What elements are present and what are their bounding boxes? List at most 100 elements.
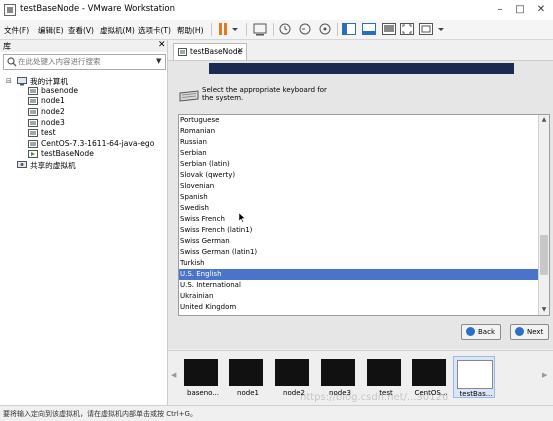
console-view-icon[interactable]	[381, 21, 397, 37]
show-library-icon[interactable]	[341, 21, 357, 37]
keyboard-layout-item[interactable]: United Kingdom	[179, 302, 538, 313]
keyboard-layout-label: Serbian (latin)	[180, 160, 230, 168]
keyboard-layout-label: Spanish	[180, 193, 208, 201]
keyboard-layout-item[interactable]: Swiss French (latin1)	[179, 225, 538, 236]
close-window-button[interactable]: ✕	[531, 2, 551, 18]
tab-testbasenode[interactable]: testBaseNode ✕	[173, 43, 247, 60]
tree-vm-node1[interactable]: node1	[41, 96, 65, 105]
keyboard-layout-item[interactable]: Swiss German (latin1)	[179, 247, 538, 258]
window-title: testBaseNode - VMware Workstation	[20, 4, 176, 14]
send-keys-icon[interactable]	[252, 21, 268, 37]
thumbnail-bar-icon[interactable]	[361, 21, 377, 37]
vm-icon	[178, 48, 187, 56]
keyboard-layout-item[interactable]: Swiss French	[179, 214, 538, 225]
tree-vm-node2[interactable]: node2	[41, 107, 65, 116]
menu-help[interactable]: 帮助(H)	[177, 25, 204, 36]
pause-icon[interactable]	[215, 21, 231, 37]
thumbnail-node3[interactable]: node3	[318, 356, 358, 397]
thumbnail-testbasenode[interactable]: testBas...	[453, 356, 495, 398]
search-input[interactable]	[18, 56, 148, 67]
keyboard-layout-label: U.S. English	[180, 270, 222, 278]
power-dropdown-icon[interactable]	[230, 21, 240, 37]
tree-vm-basenode[interactable]: basenode	[41, 86, 78, 95]
scroll-down-icon[interactable]: ▼	[539, 305, 549, 315]
vm-console[interactable]: Select the appropriate keyboard for the …	[168, 61, 553, 349]
search-dropdown-icon[interactable]: ▼	[156, 57, 161, 65]
library-header: 库 ✕	[0, 40, 167, 52]
keyboard-layout-item[interactable]: U.S. English	[179, 269, 538, 280]
keyboard-layout-label: U.S. International	[180, 281, 241, 289]
tab-strip: testBaseNode ✕	[168, 40, 553, 61]
shared-vms-icon	[17, 161, 27, 168]
thumbnail-basenode[interactable]: baseno...	[181, 356, 221, 397]
full-screen-icon[interactable]	[399, 21, 415, 37]
vm-icon	[28, 140, 38, 148]
prompt-line-1: Select the appropriate keyboard for	[202, 86, 327, 94]
keyboard-layout-item[interactable]: Spanish	[179, 192, 538, 203]
keyboard-layout-item[interactable]: Slovak (qwerty)	[179, 170, 538, 181]
view-dropdown-icon[interactable]	[436, 21, 446, 37]
unity-icon[interactable]	[418, 21, 434, 37]
tab-label: testBaseNode	[190, 47, 243, 56]
tree-vm-testbasenode[interactable]: testBaseNode	[41, 149, 94, 158]
tree-vm-centos[interactable]: CentOS-7.3-1611-64-java-ego	[41, 139, 154, 148]
keyboard-layout-label: Swedish	[180, 204, 209, 212]
keyboard-layout-item[interactable]: Slovenian	[179, 181, 538, 192]
keyboard-layout-list[interactable]: Portuguese Romanian Russian Serbian Serbian …	[178, 114, 550, 316]
tree-collapse-icon[interactable]: ⊟	[6, 77, 12, 85]
vm-icon	[28, 129, 38, 137]
library-search[interactable]: ▼	[3, 54, 166, 70]
back-arrow-icon	[466, 326, 475, 336]
back-button[interactable]: Back	[461, 324, 501, 340]
keyboard-prompt: Select the appropriate keyboard for the …	[202, 86, 332, 102]
thumbnail-node1[interactable]: node1	[226, 356, 266, 397]
vm-icon	[28, 108, 38, 116]
library-close-icon[interactable]: ✕	[158, 40, 166, 50]
keyboard-layout-item[interactable]: Portuguese	[179, 115, 538, 126]
menu-view[interactable]: 查看(V)	[68, 25, 94, 36]
keyboard-layout-item[interactable]: Ukrainian	[179, 291, 538, 302]
snapshot-manager-icon[interactable]	[317, 21, 333, 37]
next-label: Next	[527, 328, 544, 336]
revert-snapshot-icon[interactable]	[297, 21, 313, 37]
keyboard-layout-item[interactable]: Russian	[179, 137, 538, 148]
keyboard-layout-label: Portuguese	[180, 116, 220, 124]
keyboard-layout-item[interactable]: Serbian	[179, 148, 538, 159]
thumbnail-centos[interactable]: CentOS...	[409, 356, 449, 397]
prompt-line-2: the system.	[202, 94, 244, 102]
library-panel: 库 ✕ ▼ ⊟ 我的计算机 basenode node1 node2 node3…	[0, 40, 168, 405]
tree-vm-node3[interactable]: node3	[41, 118, 65, 127]
thumbnail-test[interactable]: test	[364, 356, 404, 397]
thumb-scroll-left-icon[interactable]: ◀	[171, 371, 176, 379]
thumb-scroll-right-icon[interactable]: ▶	[542, 371, 547, 379]
menu-tabs[interactable]: 选项卡(T)	[138, 25, 171, 36]
menu-edit[interactable]: 编辑(E)	[38, 25, 64, 36]
keyboard-layout-item[interactable]: U.S. International	[179, 280, 538, 291]
maximize-button[interactable]: □	[510, 2, 530, 18]
list-scrollbar[interactable]: ▲ ▼	[538, 115, 549, 315]
mouse-cursor-icon	[239, 213, 245, 223]
minimize-button[interactable]: –	[490, 2, 510, 18]
status-bar: 要将输入定向到该虚拟机，请在虚拟机内部单击或按 Ctrl+G。	[0, 405, 553, 421]
tree-vm-test[interactable]: test	[41, 128, 56, 137]
menu-file[interactable]: 文件(F)	[4, 25, 29, 36]
keyboard-layout-item[interactable]: Serbian (latin)	[179, 159, 538, 170]
keyboard-layout-label: Swiss French	[180, 215, 225, 223]
tab-close-icon[interactable]: ✕	[237, 46, 244, 55]
scroll-up-icon[interactable]: ▲	[539, 115, 549, 125]
keyboard-layout-label: Swiss German	[180, 237, 230, 245]
library-title: 库	[3, 42, 11, 51]
keyboard-layout-item[interactable]: Turkish	[179, 258, 538, 269]
next-button[interactable]: Next	[510, 324, 549, 340]
keyboard-layout-label: Ukrainian	[180, 292, 214, 300]
scroll-thumb[interactable]	[540, 235, 548, 275]
keyboard-layout-item[interactable]: Romanian	[179, 126, 538, 137]
tree-shared-vms[interactable]: 共享的虚拟机	[30, 160, 76, 171]
keyboard-layout-item[interactable]: Swiss German	[179, 236, 538, 247]
thumbnail-node2[interactable]: node2	[272, 356, 312, 397]
keyboard-layout-item[interactable]: Swedish	[179, 203, 538, 214]
snapshot-icon[interactable]	[277, 21, 293, 37]
next-arrow-icon	[515, 326, 524, 336]
keyboard-layout-label: Slovenian	[180, 182, 215, 190]
menu-vm[interactable]: 虚拟机(M)	[100, 25, 135, 36]
